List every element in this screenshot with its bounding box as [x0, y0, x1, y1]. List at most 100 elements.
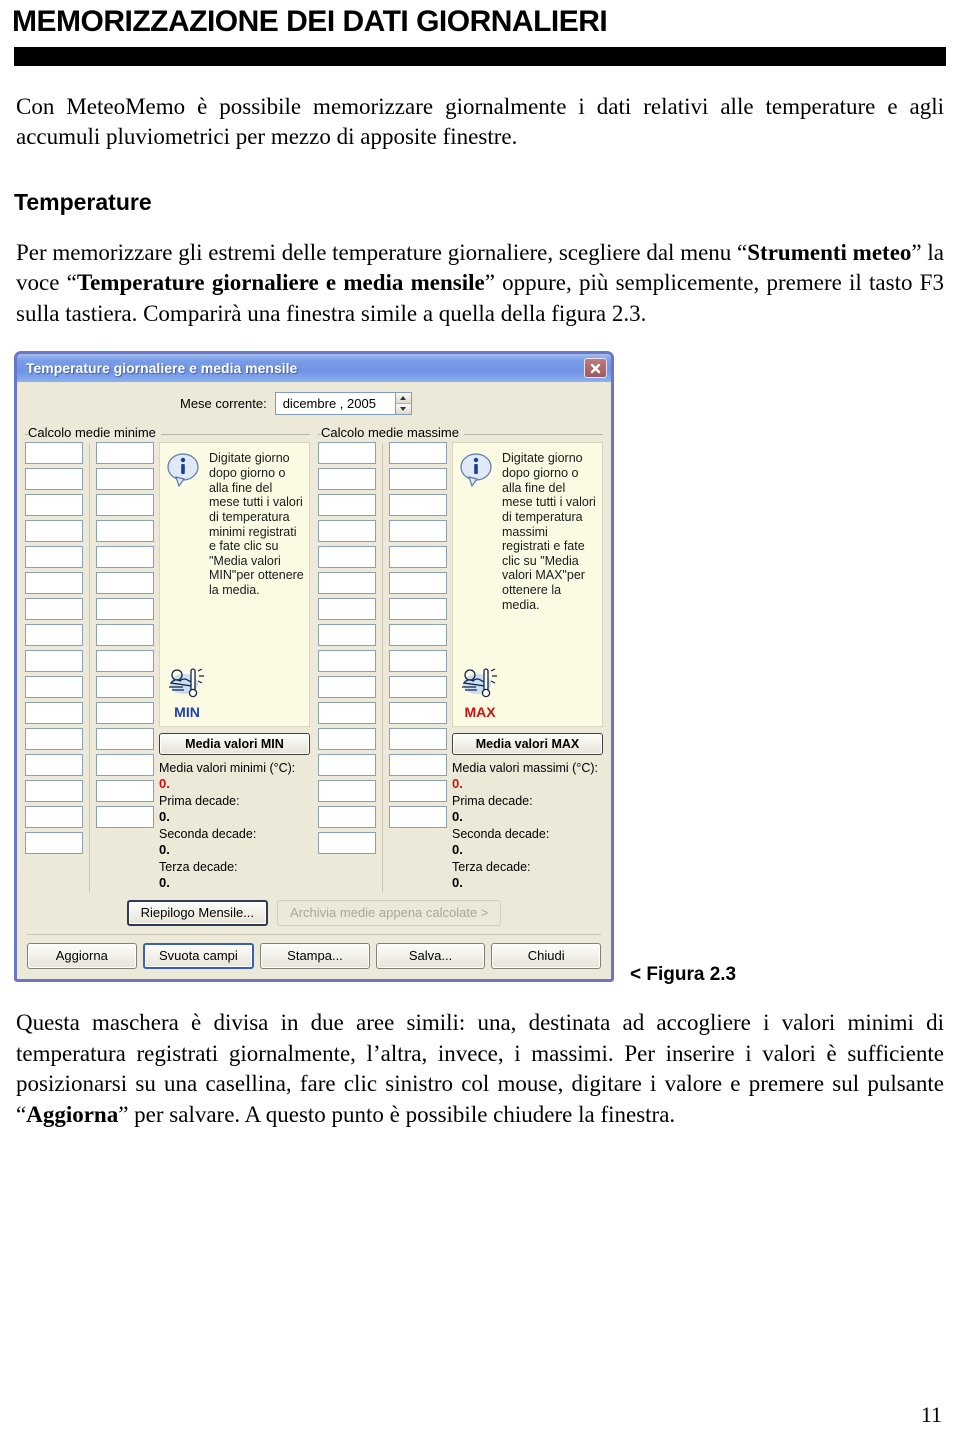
day-value-field[interactable] [318, 676, 376, 699]
day-value-field[interactable] [96, 728, 154, 751]
day-value-field[interactable] [25, 624, 83, 647]
outro-text-c: ” per salvare. A questo punto è possibil… [118, 1101, 676, 1127]
day-value-field[interactable] [25, 832, 83, 855]
day-value-field[interactable] [25, 728, 83, 751]
day-value-field[interactable] [96, 650, 154, 673]
min-results: Media valori minimi (°C): 0. Prima decad… [159, 760, 310, 892]
day-value-field[interactable] [318, 468, 376, 491]
max-day-fields-col-1 [318, 442, 376, 892]
min-result-value-0: 0. [159, 776, 170, 792]
day-value-field[interactable] [25, 520, 83, 543]
day-value-field[interactable] [318, 650, 376, 673]
min-info-panel: MIN Digitate giorno dopo giorno o alla f… [159, 442, 310, 728]
day-value-field[interactable] [389, 676, 447, 699]
max-badge-label: MAX [464, 704, 496, 721]
weather-thermometer-icon: MIN [165, 666, 209, 722]
day-value-field[interactable] [318, 572, 376, 595]
salva-button[interactable]: Salva... [375, 942, 486, 969]
day-value-field[interactable] [25, 780, 83, 803]
day-value-field[interactable] [96, 598, 154, 621]
day-value-field[interactable] [318, 754, 376, 777]
chevron-down-icon[interactable] [395, 404, 411, 415]
day-value-field[interactable] [389, 624, 447, 647]
min-result-label-0: Media valori minimi (°C): [159, 761, 296, 776]
dialog-titlebar[interactable]: Temperature giornaliere e media mensile [17, 354, 611, 383]
day-value-field[interactable] [25, 572, 83, 595]
month-spinner[interactable]: dicembre , 2005 [274, 392, 412, 416]
day-value-field[interactable] [96, 676, 154, 699]
day-value-field[interactable] [318, 442, 376, 465]
day-value-field[interactable] [96, 702, 154, 725]
day-value-field[interactable] [389, 650, 447, 673]
day-value-field[interactable] [389, 728, 447, 751]
day-value-field[interactable] [25, 546, 83, 569]
day-value-field[interactable] [25, 494, 83, 517]
day-value-field[interactable] [318, 520, 376, 543]
day-value-field[interactable] [318, 494, 376, 517]
day-value-field[interactable] [96, 780, 154, 803]
day-value-field[interactable] [25, 468, 83, 491]
riepilogo-mensile-button[interactable]: Riepilogo Mensile... [126, 899, 269, 926]
body-paragraph-1: Per memorizzare gli estremi delle temper… [16, 238, 944, 330]
day-value-field[interactable] [318, 832, 376, 855]
day-value-field[interactable] [25, 442, 83, 465]
day-value-field[interactable] [389, 468, 447, 491]
chevron-up-icon[interactable] [395, 393, 411, 405]
min-result-label-1: Prima decade: [159, 794, 240, 809]
day-value-field[interactable] [389, 780, 447, 803]
min-result-value-3: 0. [159, 875, 170, 891]
day-value-field[interactable] [318, 702, 376, 725]
day-value-field[interactable] [96, 754, 154, 777]
day-value-field[interactable] [25, 650, 83, 673]
menu-item-temperature-giornaliere: Temperature giornaliere e media mensile [76, 270, 485, 296]
day-value-field[interactable] [96, 442, 154, 465]
stampa-button[interactable]: Stampa... [260, 942, 370, 969]
day-value-field[interactable] [318, 728, 376, 751]
min-icon-column: MIN [165, 448, 209, 724]
month-label: Mese corrente: [180, 396, 267, 412]
close-icon[interactable] [584, 358, 607, 379]
page-number: 11 [920, 1402, 942, 1427]
media-valori-min-button[interactable]: Media valori MIN [159, 733, 310, 756]
day-value-field[interactable] [318, 546, 376, 569]
max-result-value-2: 0. [452, 842, 463, 858]
day-value-field[interactable] [96, 494, 154, 517]
month-value[interactable]: dicembre , 2005 [274, 392, 395, 416]
day-value-field[interactable] [389, 572, 447, 595]
day-value-field[interactable] [389, 598, 447, 621]
month-spinner-buttons[interactable] [394, 392, 412, 416]
day-value-field[interactable] [96, 546, 154, 569]
day-value-field[interactable] [389, 494, 447, 517]
min-info-column: MIN Digitate giorno dopo giorno o alla f… [159, 442, 310, 892]
min-result-label-3: Terza decade: [159, 860, 238, 875]
day-value-field[interactable] [389, 546, 447, 569]
day-value-field[interactable] [389, 806, 447, 829]
day-value-field[interactable] [25, 806, 83, 829]
chiudi-button[interactable]: Chiudi [491, 942, 601, 969]
day-value-field[interactable] [96, 572, 154, 595]
day-value-field[interactable] [389, 702, 447, 725]
day-value-field[interactable] [96, 468, 154, 491]
day-value-field[interactable] [25, 702, 83, 725]
day-value-field[interactable] [389, 520, 447, 543]
outro-paragraph: Questa maschera è divisa in due aree sim… [16, 1008, 944, 1130]
day-value-field[interactable] [96, 806, 154, 829]
day-value-field[interactable] [389, 442, 447, 465]
day-value-field[interactable] [25, 754, 83, 777]
pane-massime-content: MAX Digitate giorno dopo giorno o alla f… [318, 442, 603, 892]
aggiorna-button[interactable]: Aggiorna [27, 942, 137, 969]
day-value-field[interactable] [96, 520, 154, 543]
media-valori-max-button[interactable]: Media valori MAX [452, 733, 603, 756]
day-value-field[interactable] [318, 806, 376, 829]
day-value-field[interactable] [318, 780, 376, 803]
day-value-field[interactable] [25, 676, 83, 699]
day-value-field[interactable] [389, 754, 447, 777]
day-value-field[interactable] [96, 624, 154, 647]
day-value-field[interactable] [25, 598, 83, 621]
pane-minime-content: MIN Digitate giorno dopo giorno o alla f… [25, 442, 310, 892]
svuota-campi-button[interactable]: Svuota campi [142, 942, 255, 969]
info-icon [167, 452, 201, 493]
day-value-field[interactable] [318, 624, 376, 647]
pane-minime-legend: Calcolo medie minime [28, 425, 161, 441]
day-value-field[interactable] [318, 598, 376, 621]
